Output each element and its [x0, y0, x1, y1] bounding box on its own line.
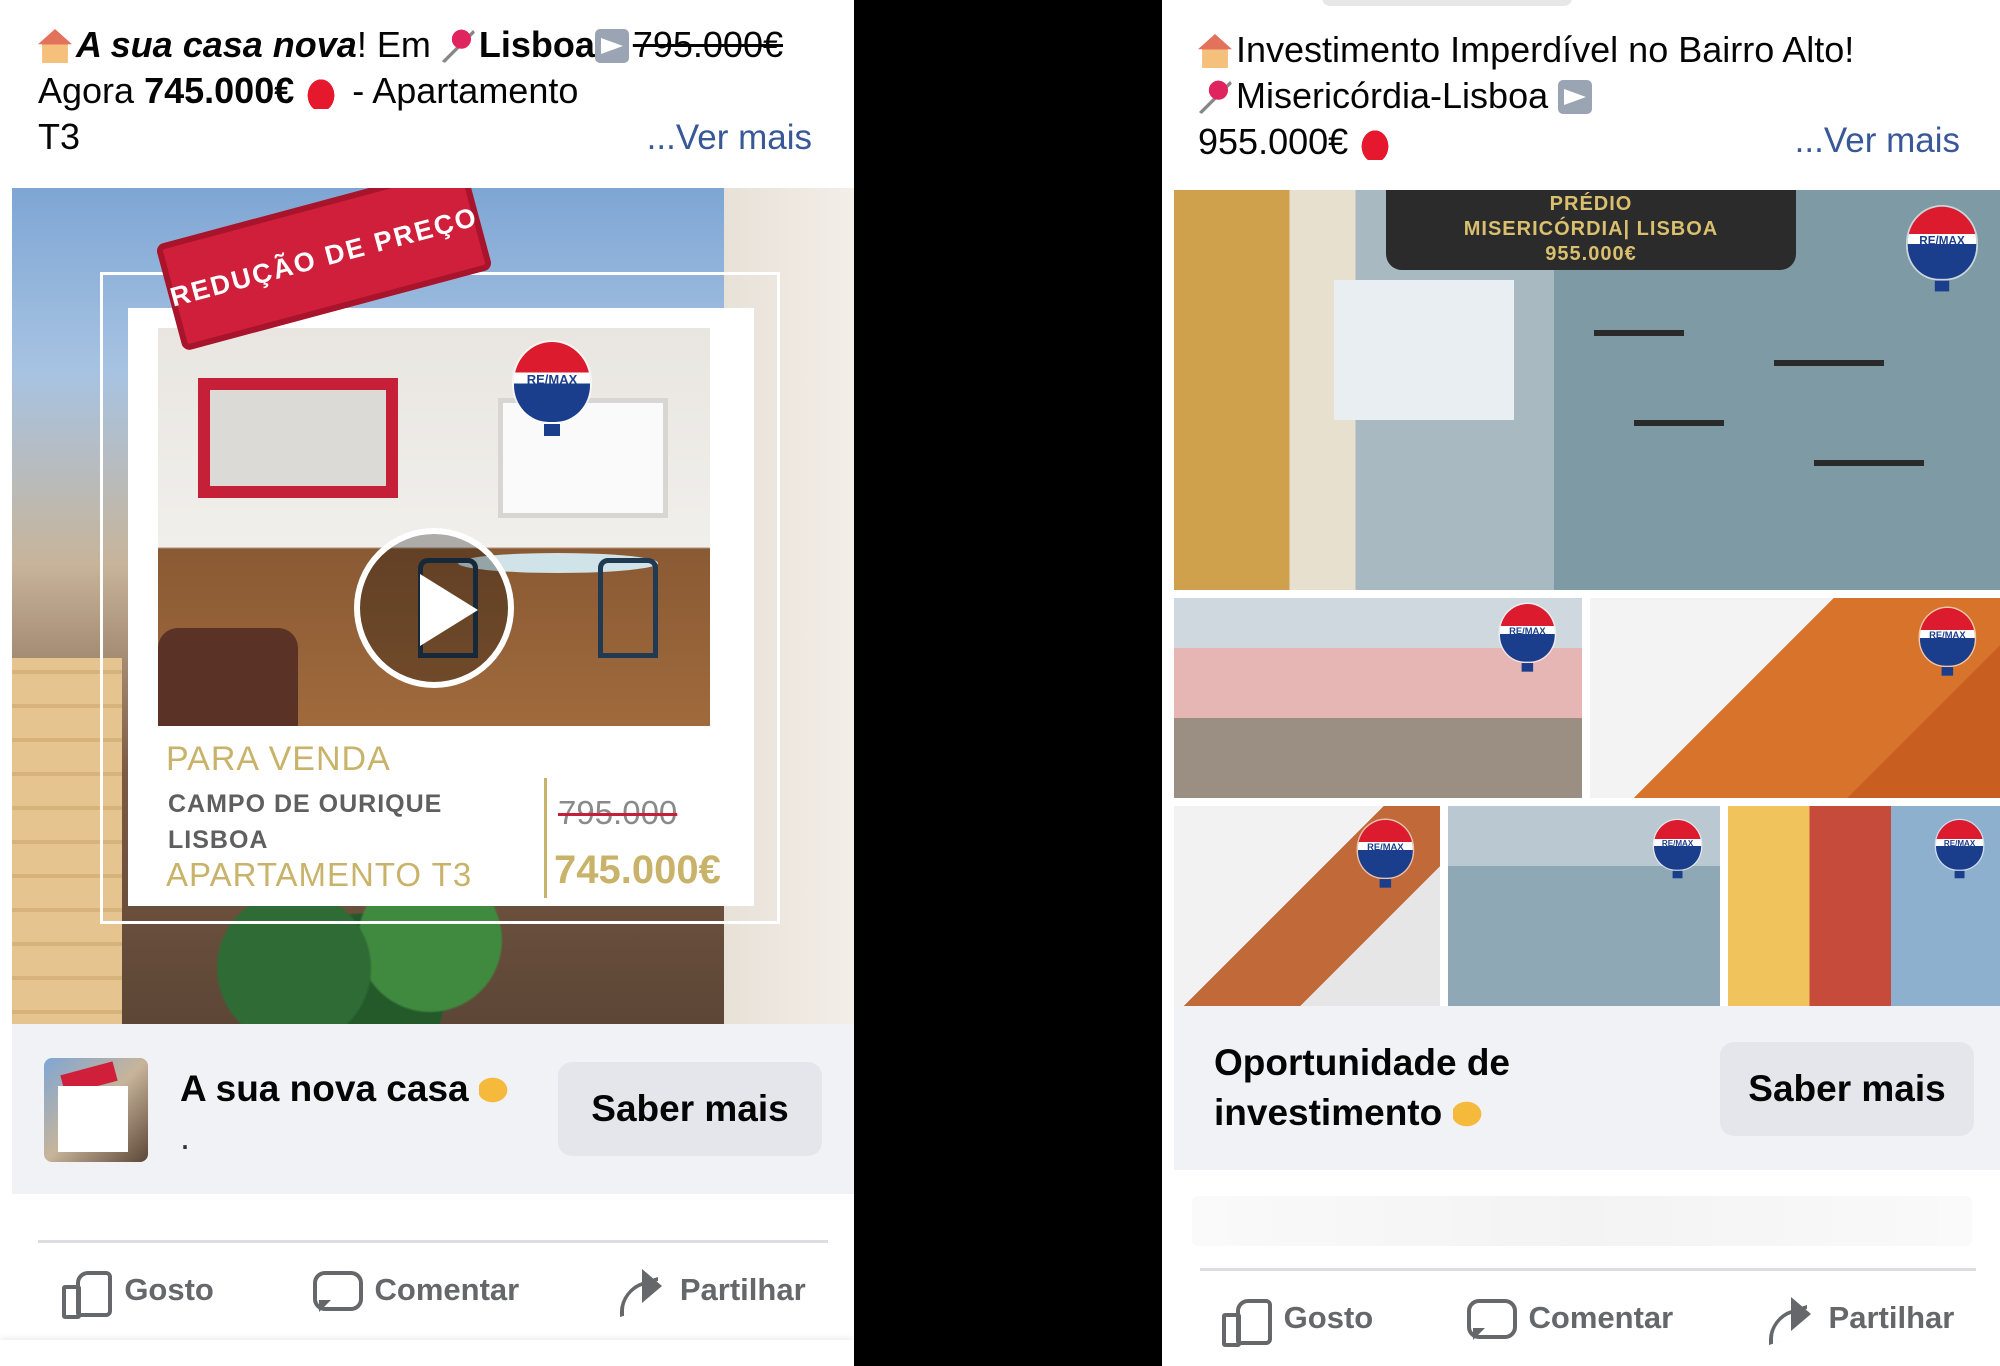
banner-line-2: MISERICÓRDIA| LISBOA: [1463, 218, 1719, 240]
see-more-link[interactable]: ...Ver mais: [647, 118, 812, 158]
balcony: [1634, 420, 1724, 426]
comment-icon: [311, 1267, 363, 1313]
divider: [1200, 1268, 1976, 1271]
property-type-label: APARTAMENTO T3: [166, 856, 473, 893]
remax-balloon-logo: RE/MAX: [1358, 820, 1413, 889]
gallery-photo-rooftops[interactable]: RE/MAX: [1174, 598, 1582, 798]
like-label: Gosto: [1283, 1300, 1374, 1335]
gallery-photo-street[interactable]: PRÉDIO MISERICÓRDIA| LISBOA 955.000€ RE/…: [1174, 190, 2000, 590]
cta-subtitle: .: [180, 1116, 191, 1157]
house-emoji-icon: [1198, 34, 1232, 68]
price-prefix: Agora: [38, 70, 145, 111]
headline-mid: ! Em: [356, 24, 441, 65]
location-text: Misericórdia-Lisboa: [1236, 75, 1549, 116]
arrow-right-emoji-icon: [594, 29, 629, 63]
house-emoji-icon: [38, 29, 72, 63]
price-suffix: - Apartamento: [342, 70, 579, 111]
siren-emoji-icon: [304, 75, 339, 109]
mirror: [198, 378, 398, 498]
play-icon[interactable]: [354, 528, 514, 688]
share-button[interactable]: Partilhar: [616, 1267, 806, 1313]
banner-line-3: 955.000€: [1545, 243, 1637, 265]
pointing-hand-emoji-icon: [1452, 1097, 1487, 1131]
arrow-right-emoji-icon: [1558, 80, 1593, 114]
learn-more-button[interactable]: Saber mais: [1720, 1042, 1974, 1136]
cta-title: Oportunidade de investimento: [1214, 1042, 1510, 1133]
for-sale-label: PARA VENDA: [166, 740, 391, 778]
like-icon: [1220, 1295, 1272, 1347]
comment-button[interactable]: Comentar: [1465, 1295, 1674, 1341]
gallery-photo-colorful-buildings[interactable]: RE/MAX: [1728, 806, 2000, 1006]
siren-emoji-icon: [1358, 126, 1393, 160]
gallery-photo-stairs[interactable]: RE/MAX: [1174, 806, 1440, 1006]
comment-label: Comentar: [1528, 1300, 1674, 1335]
action-bar: Gosto Comentar Partilhar: [1174, 1280, 2000, 1356]
sponsored-label-cropped: [1322, 0, 1572, 6]
type-text: T3: [38, 116, 81, 157]
cta-bar[interactable]: Oportunidade de investimento Saber mais: [1174, 1006, 2000, 1170]
listing-card: RE/MAX PARA VENDA CAMPO DE OURIQUE LISBO…: [128, 308, 754, 906]
comment-label: Comentar: [374, 1272, 520, 1307]
photo-gallery[interactable]: PRÉDIO MISERICÓRDIA| LISBOA 955.000€ RE/…: [1174, 190, 2000, 1006]
like-label: Gosto: [124, 1272, 214, 1307]
gold-divider: [544, 778, 547, 898]
headline-italic: A sua casa nova: [76, 24, 357, 65]
balcony: [1594, 330, 1684, 336]
cta-title: A sua nova casa: [180, 1064, 517, 1114]
area-line-2: LISBOA: [168, 826, 269, 854]
balcony: [1774, 360, 1884, 366]
pin-emoji-icon: [440, 29, 475, 63]
ad-video[interactable]: RE/MAX PARA VENDA CAMPO DE OURIQUE LISBO…: [12, 188, 854, 1024]
sky: [1334, 280, 1514, 420]
comment-button[interactable]: Comentar: [311, 1267, 520, 1313]
share-icon: [616, 1267, 664, 1313]
gallery-photo-facade[interactable]: RE/MAX: [1448, 806, 1720, 1006]
remax-balloon-logo: RE/MAX: [514, 342, 590, 438]
sofa: [158, 628, 298, 726]
ad-post-left: A sua casa nova! Em Lisboa 795.000€ Agora…: [0, 0, 854, 1366]
share-button[interactable]: Partilhar: [1765, 1295, 1955, 1341]
remax-balloon-logo: RE/MAX: [1920, 608, 1975, 677]
remax-balloon-logo: RE/MAX: [1500, 604, 1555, 673]
divider: [38, 1240, 828, 1243]
remax-balloon-logo: RE/MAX: [1654, 820, 1702, 880]
headline: Investimento Imperdível no Bairro Alto!: [1236, 29, 1855, 70]
ad-post-right: Investimento Imperdível no Bairro Alto! …: [1162, 0, 2000, 1366]
old-price-text: 795.000€: [632, 24, 783, 65]
like-icon: [60, 1267, 113, 1319]
blurred-reactions-row: [1192, 1196, 1972, 1246]
see-more-link[interactable]: ...Ver mais: [1795, 121, 1960, 161]
area-label: CAMPO DE OURIQUE LISBOA: [168, 786, 442, 858]
listing-banner: PRÉDIO MISERICÓRDIA| LISBOA 955.000€: [1386, 190, 1796, 270]
balcony: [1814, 460, 1924, 466]
price-text: 955.000€: [1198, 121, 1349, 162]
action-bar: Gosto Comentar Partilhar: [12, 1252, 854, 1328]
new-price-text: 745.000€: [144, 70, 295, 111]
share-label: Partilhar: [679, 1272, 806, 1307]
area-line-1: CAMPO DE OURIQUE: [168, 790, 443, 818]
old-price-label: 795.000: [558, 794, 678, 831]
apartment-photo: RE/MAX: [158, 328, 710, 726]
chair: [598, 558, 658, 658]
headline-city: Lisboa: [478, 24, 595, 65]
remax-balloon-logo: RE/MAX: [1936, 820, 1984, 880]
banner-line-1: PRÉDIO: [1549, 193, 1633, 215]
share-label: Partilhar: [1828, 1300, 1955, 1335]
comment-icon: [1465, 1295, 1517, 1341]
pointing-hand-emoji-icon: [478, 1073, 513, 1107]
cta-bar[interactable]: A sua nova casa . Saber mais: [12, 1024, 854, 1194]
new-price-label: 745.000€: [554, 848, 721, 892]
post-bottom-edge: [0, 1340, 854, 1366]
pin-emoji-icon: [1198, 80, 1232, 114]
like-button[interactable]: Gosto: [60, 1267, 214, 1319]
share-icon: [1765, 1295, 1813, 1341]
like-button[interactable]: Gosto: [1220, 1295, 1374, 1347]
cta-thumbnail: [44, 1058, 148, 1162]
remax-balloon-logo: RE/MAX: [1907, 206, 1977, 293]
learn-more-button[interactable]: Saber mais: [558, 1062, 822, 1156]
gallery-photo-staircase[interactable]: RE/MAX: [1590, 598, 2000, 798]
